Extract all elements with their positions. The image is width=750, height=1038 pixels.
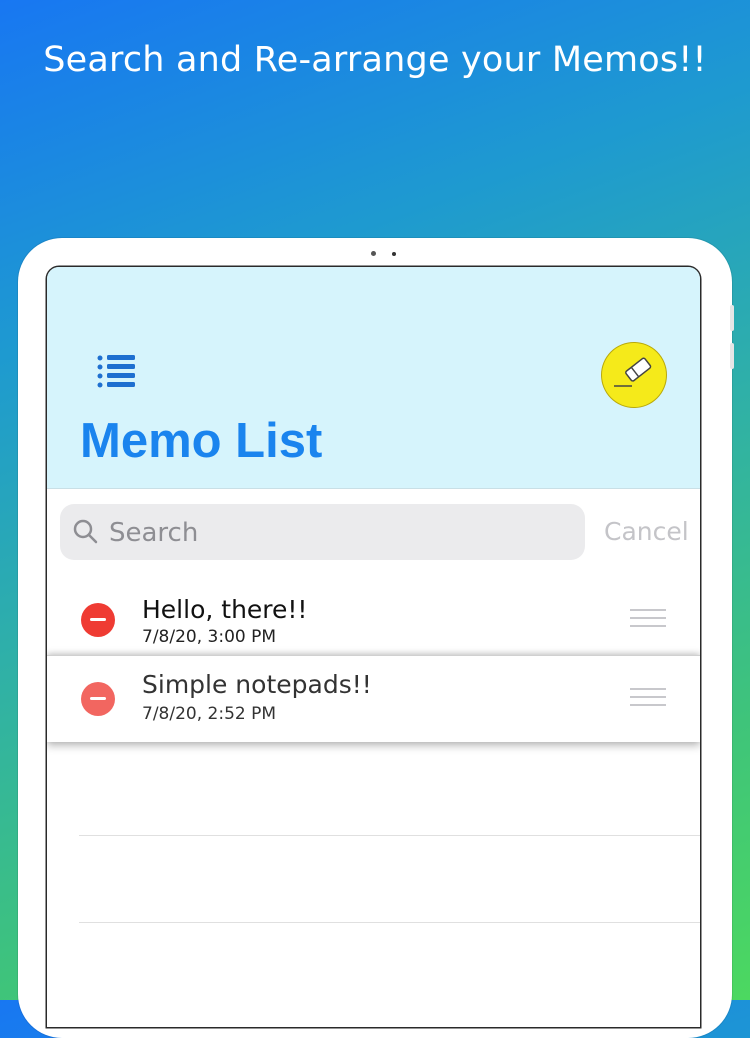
reorder-icon[interactable] [630,688,666,708]
promo-title: Search and Re-arrange your Memos!! [43,40,707,80]
app-screen: Memo List Cancel Hello, there!! 7/8/20, … [47,267,700,1027]
memo-title: Hello, there!! [142,595,308,624]
delete-icon[interactable] [81,603,115,637]
search-input[interactable] [107,514,571,552]
volume-up-button [730,305,734,331]
reorder-icon[interactable] [630,609,666,629]
list-menu-icon[interactable] [95,353,139,389]
memo-title: Simple notepads!! [142,670,372,699]
memo-date: 7/8/20, 3:00 PM [142,627,277,647]
volume-down-button [730,343,734,369]
memo-date: 7/8/20, 2:52 PM [142,704,277,724]
compose-icon [614,357,652,387]
search-bar[interactable] [60,504,585,560]
memo-row[interactable]: Simple notepads!! 7/8/20, 2:52 PM [47,655,700,742]
delete-icon[interactable] [81,682,115,716]
page-title: Memo List [80,414,323,468]
row-divider [79,835,700,836]
camera-sensor [392,252,396,256]
memo-row[interactable]: Hello, there!! 7/8/20, 3:00 PM [47,575,700,657]
compose-button[interactable] [602,343,666,407]
row-divider [79,922,700,923]
search-icon [73,519,98,544]
cancel-button[interactable]: Cancel [604,517,689,546]
front-camera [371,251,376,256]
nav-header: Memo List [47,267,700,489]
